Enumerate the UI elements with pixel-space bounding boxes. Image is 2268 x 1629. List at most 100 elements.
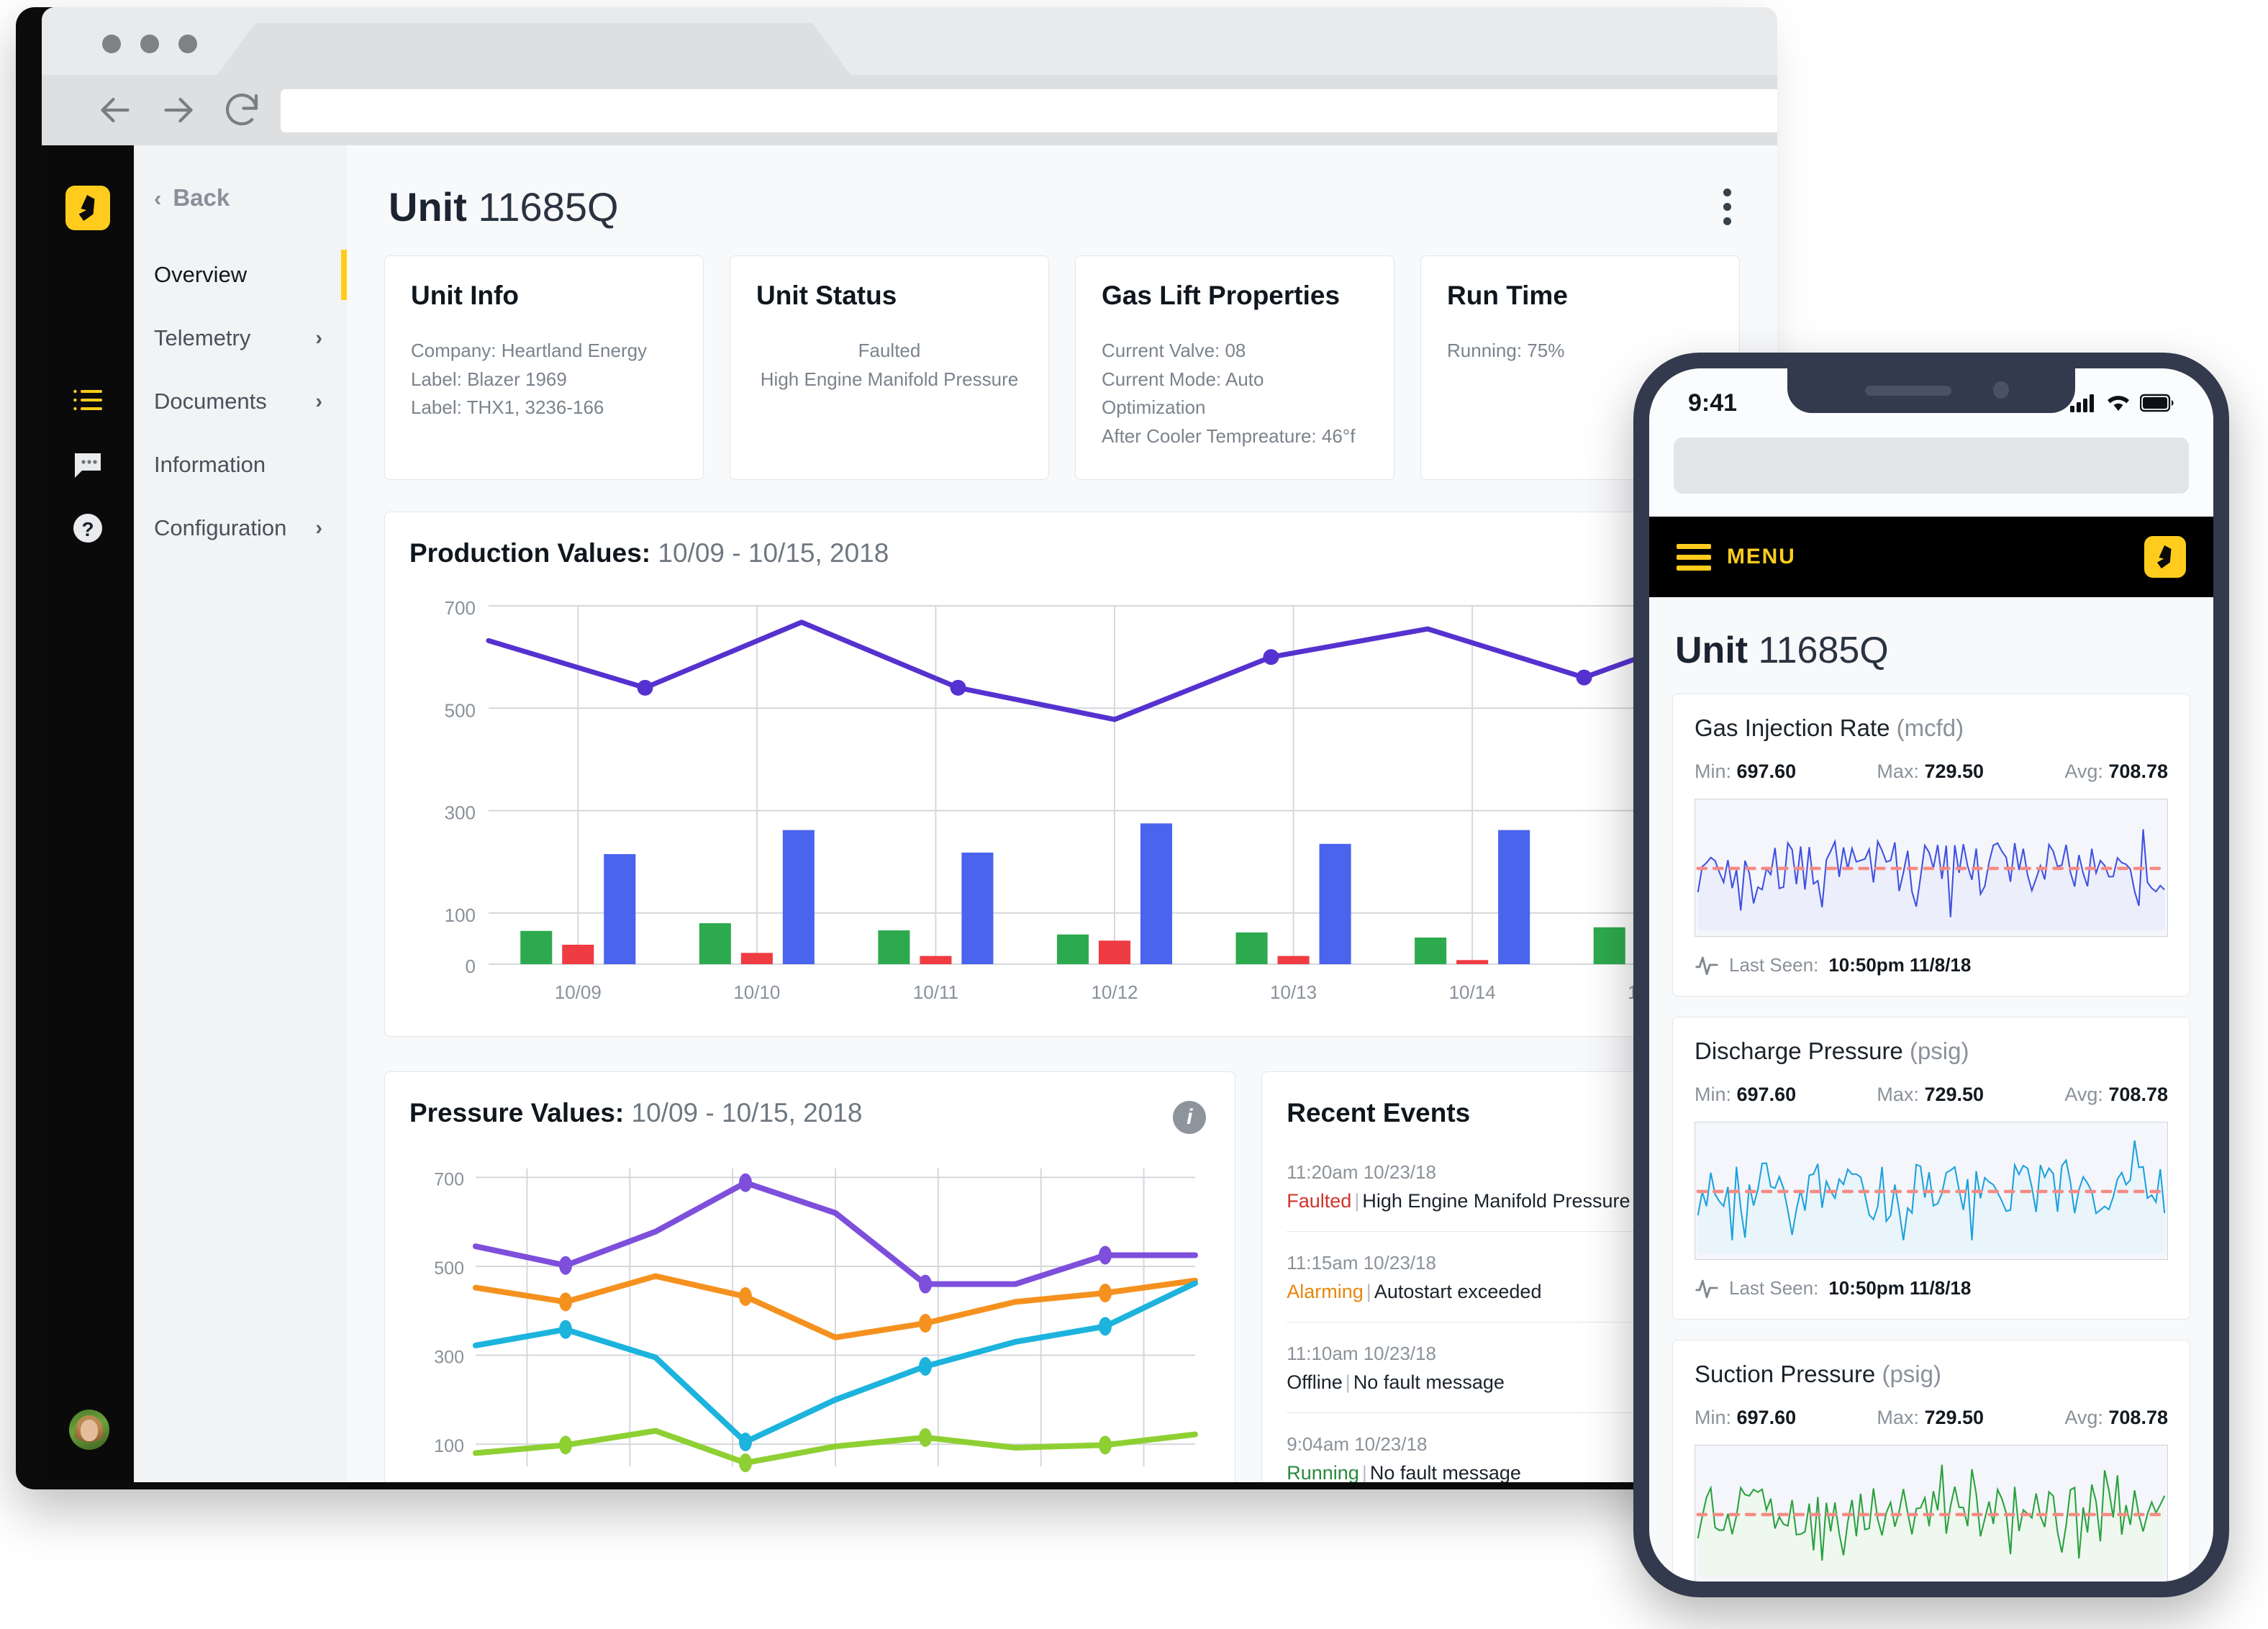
- arrow-left-icon[interactable]: [94, 89, 137, 132]
- phone-page-title: Unit 11685Q: [1675, 629, 2190, 672]
- url-input[interactable]: [281, 89, 1777, 132]
- menu-button[interactable]: MENU: [1677, 543, 1796, 571]
- sidebar-item-label: Overview: [154, 262, 248, 287]
- card-title: Run Time: [1447, 281, 1568, 310]
- metric-sparkline: [1695, 1445, 2168, 1582]
- metric-avg: Avg: 708.78: [2064, 1084, 2168, 1106]
- page-header: Unit 11685Q: [376, 145, 1748, 255]
- svg-text:10/11: 10/11: [913, 981, 958, 1003]
- arrow-right-icon[interactable]: [157, 89, 200, 132]
- metric-sparkline: [1695, 799, 2168, 937]
- svg-text:100: 100: [434, 1436, 464, 1456]
- sidebar-item-information[interactable]: Information: [134, 433, 347, 496]
- metric-min-label: Min:: [1695, 1407, 1737, 1428]
- camera-icon: [1993, 381, 2009, 399]
- card-gas-lift-properties: Gas Lift Properties Current Valve: 08 Cu…: [1075, 255, 1394, 481]
- back-button[interactable]: ‹ Back: [134, 173, 347, 223]
- browser-tab[interactable]: [217, 23, 850, 75]
- sidebar-item-label: Telemetry: [154, 325, 251, 350]
- phone-url-bar[interactable]: [1649, 437, 2213, 517]
- laptop-frame: ? ‹ Back Overview Telemetry › Documents …: [16, 7, 1777, 1489]
- svg-text:?: ?: [81, 518, 94, 540]
- lower-section: Pressure Values: 10/09 - 10/15, 2018 i 1…: [384, 1071, 1740, 1482]
- unit-info-label-1: Label: Blazer 1969: [411, 368, 567, 390]
- kebab-menu-icon[interactable]: [1715, 180, 1740, 234]
- battery-icon: [2140, 394, 2174, 412]
- metric-avg-value: 708.78: [2108, 1084, 2168, 1105]
- status-message: High Engine Manifold Pressure: [760, 368, 1019, 390]
- phone-notch: [1787, 368, 2075, 413]
- pressure-chart-svg: 100 300 500 700: [434, 1169, 1198, 1473]
- metric-max-label: Max:: [1877, 761, 1925, 782]
- sidebar-item-telemetry[interactable]: Telemetry ›: [134, 307, 347, 370]
- sidebar-nav: Overview Telemetry › Documents › Informa…: [134, 243, 347, 560]
- metric-name: Discharge Pressure: [1695, 1038, 1903, 1064]
- logo-icon[interactable]: [65, 186, 110, 230]
- status-time: 9:41: [1688, 389, 1738, 417]
- close-window-dot[interactable]: [102, 35, 121, 53]
- back-label: Back: [173, 184, 230, 211]
- svg-text:300: 300: [434, 1348, 464, 1368]
- gas-lift-current-mode: Current Mode: Auto Optimization: [1102, 368, 1264, 419]
- panel-production-values: Production Values: 10/09 - 10/15, 2018 0…: [384, 512, 1743, 1038]
- svg-text:100: 100: [445, 904, 476, 926]
- logo-icon[interactable]: [2144, 536, 2186, 578]
- chevron-left-icon: ‹: [154, 185, 162, 211]
- metric-card[interactable]: Suction Pressure (psig) Min: 697.60 Max: 7…: [1672, 1340, 2190, 1582]
- page-title-bold: Unit: [389, 184, 467, 230]
- browser-window: ? ‹ Back Overview Telemetry › Documents …: [42, 7, 1777, 1482]
- event-text: Autostart exceeded: [1374, 1281, 1542, 1303]
- event-text: No fault message: [1369, 1462, 1521, 1482]
- list-icon[interactable]: [71, 383, 105, 417]
- last-seen-value: 10:50pm 11/8/18: [1828, 953, 1972, 976]
- window-controls[interactable]: [102, 35, 197, 53]
- metric-avg-value: 708.78: [2108, 1407, 2168, 1428]
- metric-avg-value: 708.78: [2108, 761, 2168, 782]
- unit-info-company: Company: Heartland Energy: [411, 340, 648, 361]
- maximize-window-dot[interactable]: [178, 35, 197, 53]
- help-icon[interactable]: ?: [71, 511, 105, 545]
- metric-sparkline: [1695, 1122, 2168, 1260]
- sidebar-item-configuration[interactable]: Configuration ›: [134, 496, 347, 560]
- minimize-window-dot[interactable]: [140, 35, 159, 53]
- metric-card[interactable]: Discharge Pressure (psig) Min: 697.60 Max:…: [1672, 1017, 2190, 1320]
- last-seen-label: Last Seen:: [1729, 953, 1819, 976]
- reload-icon[interactable]: [220, 89, 263, 132]
- svg-text:700: 700: [445, 597, 476, 619]
- metric-card[interactable]: Gas Injection Rate (mcfd) Min: 697.60 Max:…: [1672, 694, 2190, 997]
- hamburger-icon[interactable]: [1677, 543, 1711, 571]
- page-title-unit-id: 11685Q: [478, 184, 619, 230]
- sidebar-item-label: Documents: [154, 389, 267, 414]
- last-seen-value: 10:50pm 11/8/18: [1828, 1276, 1972, 1299]
- sidebar-item-overview[interactable]: Overview: [134, 243, 347, 307]
- page-title: Unit 11685Q: [389, 183, 619, 230]
- event-status: Alarming: [1287, 1281, 1364, 1303]
- info-icon[interactable]: i: [1173, 1101, 1207, 1135]
- metric-max-label: Max:: [1877, 1084, 1925, 1105]
- chat-icon[interactable]: [71, 448, 105, 482]
- metric-min: Min: 697.60: [1695, 1084, 1796, 1106]
- metric-max-label: Max:: [1877, 1407, 1925, 1428]
- sidebar-item-label: Configuration: [154, 515, 287, 540]
- card-title: Unit Status: [756, 281, 897, 310]
- gas-lift-current-valve: Current Valve: 08: [1102, 340, 1246, 361]
- phone-title-unit-id: 11685Q: [1758, 630, 1889, 671]
- metric-avg-label: Avg:: [2064, 1407, 2109, 1428]
- phone-url-input[interactable]: [1674, 437, 2189, 494]
- panel-title-label: Pressure Values:: [409, 1098, 625, 1128]
- metric-stats: Min: 697.60 Max: 729.50 Avg: 708.78: [1695, 1407, 2168, 1429]
- metric-min: Min: 697.60: [1695, 761, 1796, 783]
- main-content: Unit 11685Q Unit Info Company: Heartland…: [347, 145, 1777, 1482]
- metric-last-seen: Last Seen: 10:50pm 11/8/18: [1695, 1276, 2168, 1300]
- panel-title: Production Values: 10/09 - 10/15, 2018: [409, 538, 1715, 568]
- browser-toolbar: [42, 75, 1777, 145]
- metric-min-value: 697.60: [1736, 1084, 1797, 1105]
- menu-label: MENU: [1727, 545, 1796, 568]
- metric-avg-label: Avg:: [2064, 761, 2109, 782]
- event-status: Running: [1287, 1462, 1359, 1482]
- phone-content: Unit 11685Q Gas Injection Rate (mcfd) Min…: [1649, 597, 2213, 1582]
- gas-lift-after-cooler-temp: After Cooler Tempreature: 46°f: [1102, 425, 1356, 447]
- sidebar-item-documents[interactable]: Documents ›: [134, 370, 347, 433]
- unit-info-label-2: Label: THX1, 3236-166: [411, 396, 604, 419]
- user-avatar[interactable]: [69, 1410, 109, 1450]
